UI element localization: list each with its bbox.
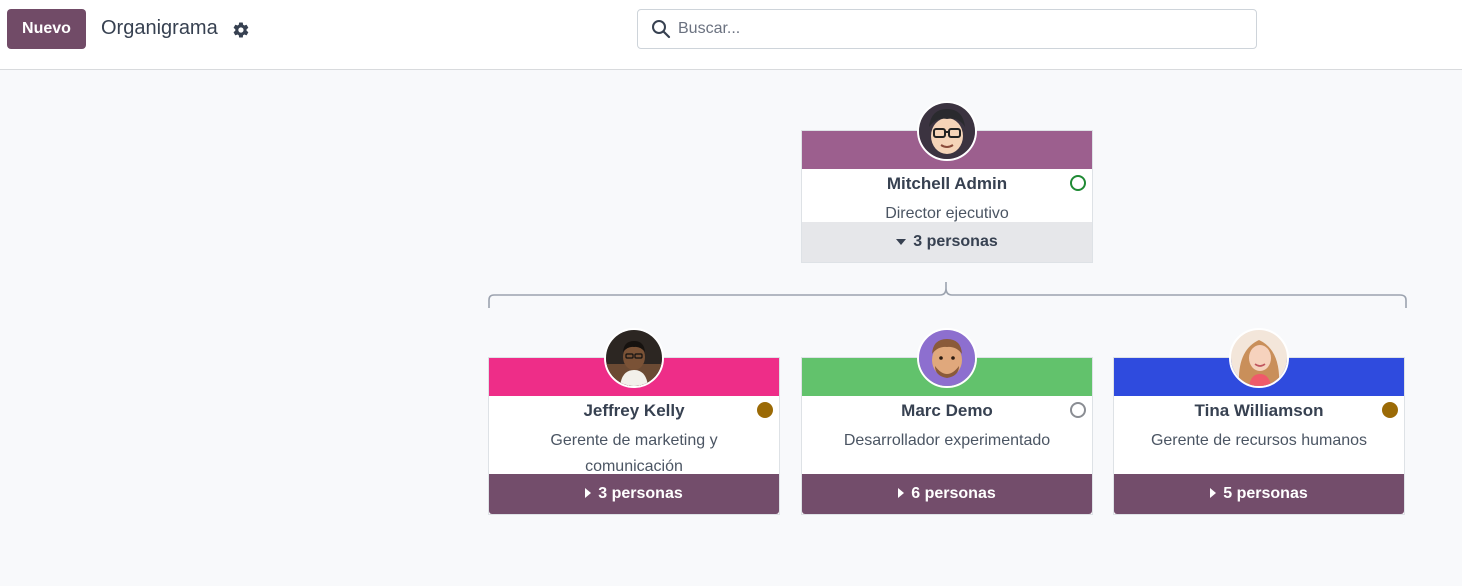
subordinates-count: 3 personas [598, 485, 683, 502]
employee-job-title: Gerente de marketing y comunicación [550, 432, 718, 475]
subordinates-toggle-button[interactable]: 6 personas [802, 474, 1092, 514]
employee-card[interactable]: Marc Demo Desarrollador experimentado 6 … [801, 328, 1093, 515]
caret-right-icon [1210, 485, 1217, 503]
subordinates-toggle-button[interactable]: 5 personas [1114, 474, 1404, 514]
avatar[interactable] [604, 328, 664, 388]
employee-card[interactable]: Jeffrey Kelly Gerente de marketing y com… [488, 328, 780, 515]
avatar[interactable] [917, 101, 977, 161]
new-button[interactable]: Nuevo [7, 9, 86, 49]
employee-card[interactable]: Tina Williamson Gerente de recursos huma… [1113, 328, 1405, 515]
subordinates-count: 6 personas [911, 485, 996, 502]
employee-card-manager[interactable]: Mitchell Admin Director ejecutivo 3 pers… [801, 101, 1093, 263]
status-indicator [1382, 402, 1398, 418]
employee-name[interactable]: Mitchell Admin [802, 174, 1092, 194]
subordinates-count: 3 personas [913, 233, 998, 250]
caret-down-icon [896, 233, 907, 251]
org-connector [488, 282, 1407, 308]
status-indicator [1070, 175, 1086, 191]
search-box[interactable] [637, 9, 1257, 49]
avatar[interactable] [1229, 328, 1289, 388]
avatar[interactable] [917, 328, 977, 388]
caret-right-icon [585, 485, 592, 503]
subordinates-toggle-button[interactable]: 3 personas [802, 222, 1092, 262]
employee-name[interactable]: Jeffrey Kelly [489, 401, 779, 421]
subordinates-count: 5 personas [1223, 485, 1308, 502]
breadcrumb: Organigrama [101, 17, 218, 39]
caret-right-icon [898, 485, 905, 503]
status-indicator [757, 402, 773, 418]
employee-job-title: Desarrollador experimentado [843, 432, 1051, 449]
employee-name[interactable]: Tina Williamson [1114, 401, 1404, 421]
control-panel: Nuevo Organigrama [0, 0, 1462, 70]
subordinates-toggle-button[interactable]: 3 personas [489, 474, 779, 514]
gear-icon[interactable] [232, 21, 250, 39]
employee-job-title: Gerente de recursos humanos [1150, 432, 1368, 449]
status-indicator [1070, 402, 1086, 418]
search-icon [652, 20, 671, 39]
search-input[interactable] [678, 16, 1238, 42]
employee-name[interactable]: Marc Demo [802, 401, 1092, 421]
